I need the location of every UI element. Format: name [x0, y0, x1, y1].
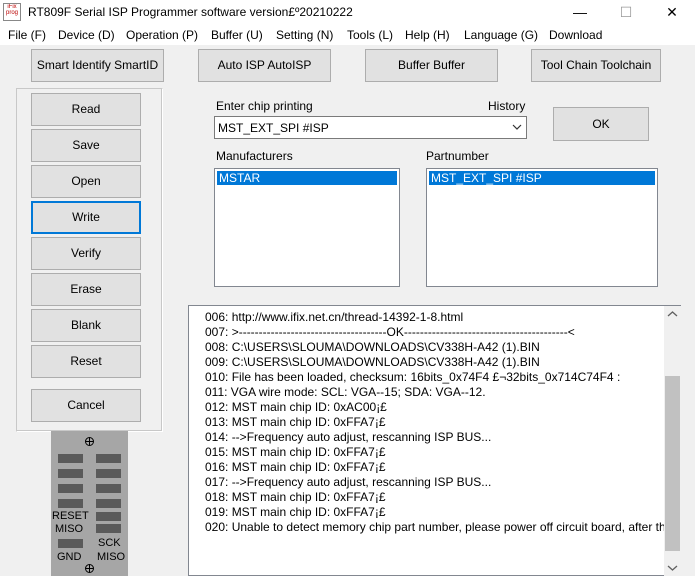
log-line: 007: >----------------------------------…: [205, 325, 575, 339]
title-bar: iFix prog RT809F Serial ISP Programmer s…: [0, 0, 695, 25]
pin-icon: [58, 454, 83, 463]
miso-pin-label: MISO: [55, 523, 84, 535]
cancel-button[interactable]: Cancel: [31, 389, 141, 422]
pin-icon: [96, 484, 121, 493]
scroll-down-icon[interactable]: [664, 559, 681, 576]
pin-icon: [96, 469, 121, 478]
log-line: 019: MST main chip ID: 0xFFA7¡£: [205, 505, 386, 519]
ok-button[interactable]: OK: [553, 107, 649, 141]
smart-identify-button[interactable]: Smart Identify SmartID: [31, 49, 164, 82]
write-button[interactable]: Write: [31, 201, 141, 234]
pin-icon: [58, 484, 83, 493]
erase-button[interactable]: Erase: [31, 273, 141, 306]
log-line: 017: -->Frequency auto adjust, rescannin…: [205, 475, 492, 489]
save-button[interactable]: Save: [31, 129, 141, 162]
log-line: 010: File has been loaded, checksum: 16b…: [205, 370, 621, 384]
reset-button[interactable]: Reset: [31, 345, 141, 378]
menu-help[interactable]: Help (H): [405, 28, 450, 42]
pin-icon: [58, 539, 83, 548]
open-button[interactable]: Open: [31, 165, 141, 198]
sck-pin-label: SCK: [98, 537, 121, 549]
pin-icon: [96, 524, 121, 533]
log-line: 012: MST main chip ID: 0xAC00¡£: [205, 400, 387, 414]
log-scrollbar[interactable]: [664, 306, 681, 576]
manufacturers-list[interactable]: MSTAR: [214, 168, 400, 287]
pin-icon: [58, 499, 83, 508]
verify-button[interactable]: Verify: [31, 237, 141, 270]
screw-icon: [85, 437, 94, 446]
log-line: 011: VGA wire mode: SCL: VGA--15; SDA: V…: [205, 385, 486, 399]
pin-icon: [96, 499, 121, 508]
screw-icon: [85, 564, 94, 573]
menu-tools[interactable]: Tools (L): [347, 28, 393, 42]
chip-printing-combobox[interactable]: MST_EXT_SPI #ISP: [214, 116, 527, 139]
menu-buffer[interactable]: Buffer (U): [211, 28, 263, 42]
log-lines: 006: http://www.ifix.net.cn/thread-14392…: [205, 310, 665, 535]
log-line: 015: MST main chip ID: 0xFFA7¡£: [205, 445, 386, 459]
menu-language[interactable]: Language (G): [464, 28, 538, 42]
app-logo-icon: iFix prog: [3, 3, 21, 21]
minimize-icon[interactable]: —: [557, 0, 603, 25]
menu-operation[interactable]: Operation (P): [126, 28, 198, 42]
partnumber-label: Partnumber: [426, 149, 489, 163]
log-line: 006: http://www.ifix.net.cn/thread-14392…: [205, 310, 464, 324]
menu-file[interactable]: File (F): [8, 28, 46, 42]
menu-device[interactable]: Device (D): [58, 28, 115, 42]
blank-button[interactable]: Blank: [31, 309, 141, 342]
gnd-pin-label: GND: [57, 551, 82, 563]
partnumber-list[interactable]: MST_EXT_SPI #ISP: [426, 168, 658, 287]
auto-isp-button[interactable]: Auto ISP AutoISP: [198, 49, 331, 82]
pin-icon: [96, 454, 121, 463]
log-line: 018: MST main chip ID: 0xFFA7¡£: [205, 490, 386, 504]
list-item[interactable]: MST_EXT_SPI #ISP: [429, 171, 655, 185]
log-line: 008: C:\USERS\SLOUMA\DOWNLOADS\CV338H-A4…: [205, 340, 540, 354]
miso-pin-label: MISO: [97, 551, 126, 563]
scroll-up-icon[interactable]: [664, 306, 681, 323]
menu-bar: File (F) Device (D) Operation (P) Buffer…: [0, 25, 695, 45]
log-line: 020: Unable to detect memory chip part n…: [205, 520, 665, 534]
log-line: 014: -->Frequency auto adjust, rescannin…: [205, 430, 492, 444]
history-label: History: [488, 99, 526, 113]
pin-icon: [58, 469, 83, 478]
chevron-down-icon[interactable]: [511, 120, 523, 134]
menu-setting[interactable]: Setting (N): [276, 28, 333, 42]
chip-printing-value: MST_EXT_SPI #ISP: [218, 121, 329, 135]
chip-printing-label: Enter chip printing: [216, 99, 313, 113]
log-line: 009: C:\USERS\SLOUMA\DOWNLOADS\CV338H-A4…: [205, 355, 540, 369]
maximize-icon[interactable]: ☐: [603, 0, 649, 25]
log-line: 016: MST main chip ID: 0xFFA7¡£: [205, 460, 386, 474]
manufacturers-label: Manufacturers: [216, 149, 293, 163]
tool-chain-button[interactable]: Tool Chain Toolchain: [531, 49, 661, 82]
close-icon[interactable]: ✕: [649, 0, 695, 25]
buffer-button[interactable]: Buffer Buffer: [365, 49, 498, 82]
scrollbar-thumb[interactable]: [665, 376, 680, 551]
window-title: RT809F Serial ISP Programmer software ve…: [28, 5, 353, 19]
reset-pin-label: RESET: [52, 510, 89, 522]
list-item[interactable]: MSTAR: [217, 171, 397, 185]
isp-connector-diagram: RESET MISO SCK GND MISO: [51, 431, 128, 576]
menu-download[interactable]: Download: [549, 28, 602, 42]
pin-icon: [96, 512, 121, 521]
log-line: 013: MST main chip ID: 0xFFA7¡£: [205, 415, 386, 429]
read-button[interactable]: Read: [31, 93, 141, 126]
log-output[interactable]: 006: http://www.ifix.net.cn/thread-14392…: [188, 305, 681, 576]
